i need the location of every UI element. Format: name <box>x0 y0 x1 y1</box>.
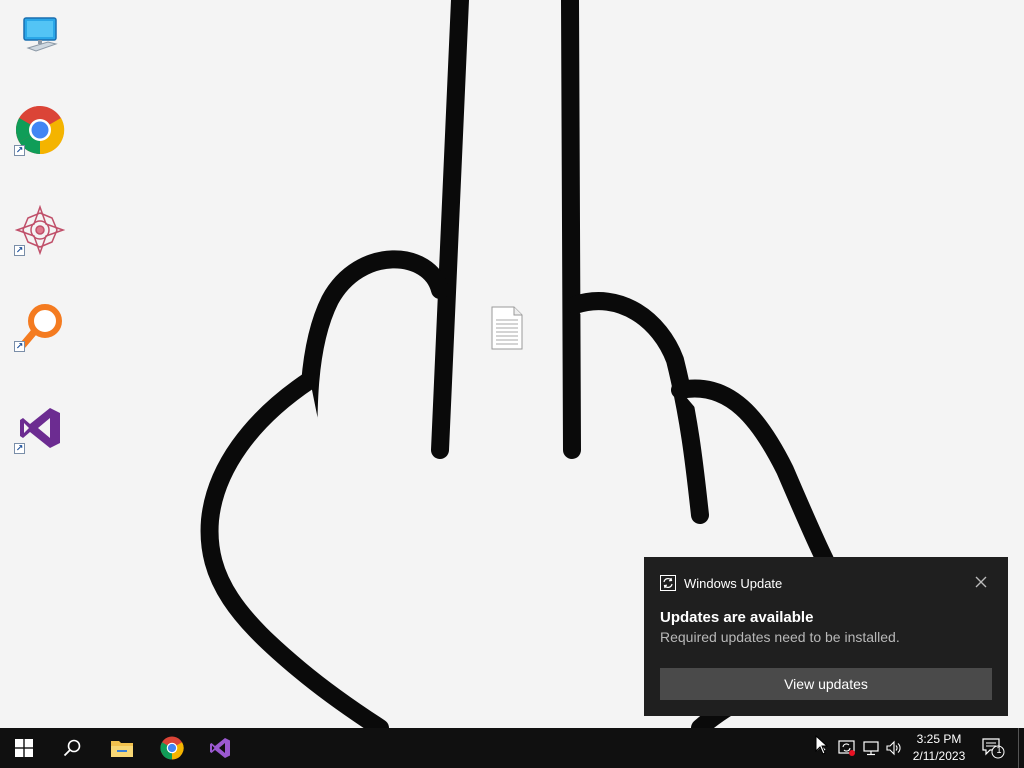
search-button[interactable] <box>48 728 96 768</box>
toast-header: Windows Update <box>660 575 782 591</box>
action-center-button[interactable]: 1 <box>980 737 1006 759</box>
shortcut-arrow-icon: ↗ <box>14 443 25 454</box>
windows-update-toast[interactable]: Windows Update Updates are available Req… <box>644 557 1008 716</box>
mouse-cursor-icon <box>815 735 829 755</box>
clock-time: 3:25 PM <box>916 732 962 746</box>
search-magnifier-app-icon[interactable]: ↗ <box>10 296 70 356</box>
view-updates-button[interactable]: View updates <box>660 668 992 700</box>
clock-date: 2/11/2023 <box>912 749 966 763</box>
toast-body: Required updates need to be installed. <box>660 629 900 645</box>
notification-count-badge: 1 <box>996 745 1002 755</box>
toast-app-name: Windows Update <box>684 575 783 591</box>
windows-update-icon <box>660 575 676 591</box>
taskbar: 3:25 PM 2/11/2023 1 <box>0 728 1024 768</box>
text-document-icon[interactable] <box>490 306 524 350</box>
visual-studio-icon[interactable]: ↗ <box>10 398 70 458</box>
clock[interactable]: 3:25 PM 2/11/2023 <box>906 731 972 765</box>
shortcut-arrow-icon: ↗ <box>14 341 25 352</box>
mandala-app-icon[interactable]: ↗ <box>10 200 70 260</box>
google-chrome-taskbar-button[interactable] <box>148 728 196 768</box>
shortcut-arrow-icon: ↗ <box>14 145 25 156</box>
show-desktop-button[interactable] <box>1018 728 1024 768</box>
visual-studio-icon <box>210 738 230 758</box>
toast-title: Updates are available <box>660 609 814 626</box>
google-chrome-icon[interactable]: ↗ <box>10 100 70 160</box>
google-chrome-icon <box>160 736 184 760</box>
start-button[interactable] <box>0 728 48 768</box>
file-explorer-button[interactable] <box>98 728 146 768</box>
shortcut-arrow-icon: ↗ <box>14 245 25 256</box>
this-pc-icon[interactable] <box>10 4 70 64</box>
visual-studio-taskbar-button[interactable] <box>196 728 244 768</box>
windows-update-tray-icon[interactable] <box>836 737 858 759</box>
search-icon <box>63 739 81 757</box>
volume-icon[interactable] <box>883 737 905 759</box>
folder-icon <box>111 741 133 757</box>
network-icon[interactable] <box>860 737 882 759</box>
desktop: ↗ ↗ ↗ ↗ Windows Update Updates are avail… <box>0 0 1024 768</box>
windows-logo-icon <box>15 739 33 757</box>
close-icon[interactable] <box>974 575 988 589</box>
